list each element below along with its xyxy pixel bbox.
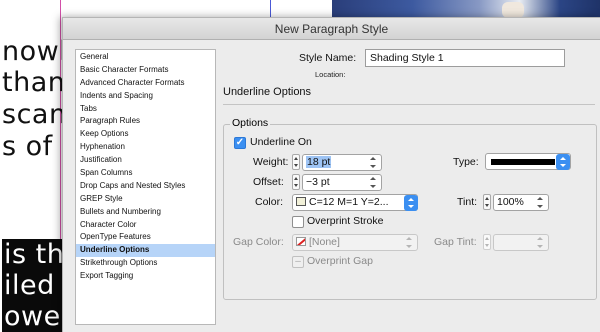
- offset-label: Offset:: [253, 176, 284, 188]
- underline-on-label: Underline On: [250, 136, 312, 148]
- category-item[interactable]: Character Color: [76, 219, 215, 232]
- dialog-titlebar[interactable]: New Paragraph Style: [63, 18, 600, 40]
- category-item[interactable]: OpenType Features: [76, 231, 215, 244]
- category-item[interactable]: Indents and Spacing: [76, 90, 215, 103]
- weight-dropdown-arrows[interactable]: [370, 157, 378, 168]
- weight-stepper[interactable]: [292, 154, 300, 170]
- color-select[interactable]: C=12 M=1 Y=2...: [292, 194, 418, 211]
- weight-label: Weight:: [253, 156, 289, 168]
- gap-tint-stepper[interactable]: [483, 234, 491, 250]
- overprint-gap-label: Overprint Gap: [307, 255, 373, 267]
- offset-dropdown-arrows[interactable]: [370, 177, 378, 188]
- background-photo: [332, 0, 600, 18]
- tint-stepper[interactable]: [483, 194, 491, 210]
- tint-dropdown-arrows[interactable]: [537, 197, 545, 208]
- category-item[interactable]: Drop Caps and Nested Styles: [76, 180, 215, 193]
- gap-color-dropdown-arrows[interactable]: [406, 237, 414, 248]
- color-swatch: [296, 197, 306, 206]
- category-item[interactable]: General: [76, 51, 215, 64]
- style-name-label: Style Name:: [299, 52, 357, 64]
- gap-color-select[interactable]: [None]: [292, 234, 418, 251]
- options-group-label: Options: [230, 117, 271, 129]
- document-text-line: than: [2, 67, 66, 98]
- category-item[interactable]: Export Tagging: [76, 270, 215, 283]
- type-dropdown-button[interactable]: [556, 154, 570, 170]
- category-item[interactable]: Tabs: [76, 103, 215, 116]
- none-swatch-icon: [296, 237, 306, 246]
- category-item[interactable]: GREP Style: [76, 193, 215, 206]
- offset-stepper[interactable]: [292, 174, 300, 190]
- underline-on-checkbox[interactable]: ✓: [234, 137, 246, 149]
- dialog-title: New Paragraph Style: [274, 22, 389, 36]
- category-item[interactable]: Hyphenation: [76, 141, 215, 154]
- new-paragraph-style-dialog: New Paragraph Style General Basic Charact…: [62, 17, 600, 332]
- category-item[interactable]: Underline Options: [76, 244, 215, 258]
- type-label: Type:: [453, 156, 479, 168]
- overprint-gap-checkbox[interactable]: –: [292, 256, 304, 268]
- category-item[interactable]: Span Columns: [76, 167, 215, 180]
- category-item[interactable]: Strikethrough Options: [76, 257, 215, 270]
- gap-color-label: Gap Color:: [233, 236, 284, 248]
- overprint-stroke-checkbox[interactable]: [292, 216, 304, 228]
- category-item[interactable]: Keep Options: [76, 128, 215, 141]
- category-item[interactable]: Justification: [76, 154, 215, 167]
- tint-label: Tint:: [457, 196, 478, 208]
- gap-tint-dropdown-arrows[interactable]: [537, 237, 545, 248]
- options-group: [223, 124, 597, 300]
- style-name-input[interactable]: Shading Style 1: [365, 49, 565, 67]
- category-item[interactable]: Basic Character Formats: [76, 64, 215, 77]
- color-label: Color:: [255, 196, 284, 208]
- section-title: Underline Options: [223, 86, 312, 98]
- category-item[interactable]: Advanced Character Formats: [76, 77, 215, 90]
- location-label: Location:: [315, 70, 346, 79]
- color-dropdown-button[interactable]: [404, 195, 418, 211]
- category-list[interactable]: General Basic Character Formats Advanced C…: [75, 49, 216, 325]
- solid-line-swatch: [491, 159, 555, 165]
- gap-tint-label: Gap Tint:: [434, 236, 477, 248]
- category-item[interactable]: Paragraph Rules: [76, 115, 215, 128]
- section-divider: [223, 104, 595, 105]
- overprint-stroke-label: Overprint Stroke: [307, 215, 384, 227]
- category-item[interactable]: Bullets and Numbering: [76, 206, 215, 219]
